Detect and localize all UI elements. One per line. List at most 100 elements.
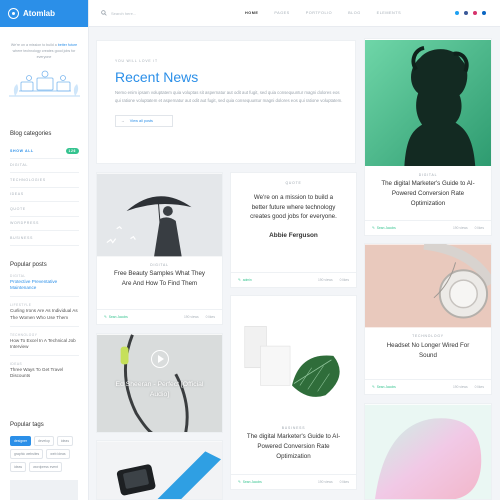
views-count: 190 views	[452, 385, 468, 389]
category-label: WORDPRESS	[10, 221, 39, 226]
post-card-watch[interactable]	[96, 440, 223, 500]
recent-news-card: YOU WILL LOVE IT Recent News Nemo enim i…	[96, 40, 356, 164]
pencil-icon: ✎	[238, 480, 241, 484]
tag[interactable]: develop	[34, 436, 54, 446]
video-title: Ed Sheeran - Perfect [Official Audio]	[115, 381, 204, 398]
linkedin-icon[interactable]	[482, 11, 486, 15]
popular-tags-widget: Popular tags designer develop ideas grap…	[0, 422, 89, 472]
card-body: BUSINESS The digital Marketer's Guide to…	[231, 426, 356, 462]
nav-blog[interactable]: BLOG	[348, 11, 361, 15]
post-meta: ✎ Sean Jacobs 190 views 0 likes	[231, 474, 356, 489]
category-label: SHOW ALL	[10, 148, 34, 153]
category-list: SHOW ALL 126 DIGITAL TECHNOLOGIES IDEAS …	[0, 144, 89, 246]
likes-count: 0 likes	[339, 480, 349, 484]
post-card-business[interactable]: BUSINESS The digital Marketer's Guide to…	[230, 295, 357, 490]
social-links	[455, 11, 486, 15]
view-all-posts-button[interactable]: → View all posts	[115, 114, 173, 127]
post-title[interactable]: Curling Irons Are As Individual As The W…	[10, 308, 79, 320]
tag[interactable]: wordpress event	[29, 462, 62, 472]
team-illustration	[8, 70, 80, 97]
search-box[interactable]: Search here...	[101, 10, 211, 16]
post-title[interactable]: Free Beauty Samples What They Are And Ho…	[97, 269, 222, 289]
pencil-icon: ✎	[372, 226, 375, 230]
tagline-highlight-future: future	[67, 43, 78, 47]
nav-elements[interactable]: ELEMENTS	[377, 11, 401, 15]
category-digital[interactable]: DIGITAL	[10, 159, 79, 173]
views-count: 190 views	[452, 226, 468, 230]
post-kicker: TECHNOLOGY	[412, 334, 444, 338]
card-body: DIGITAL Free Beauty Samples What They Ar…	[97, 263, 222, 289]
post-card-beauty-samples[interactable]: DIGITAL Free Beauty Samples What They Ar…	[96, 172, 223, 325]
post-category: TECHNOLOGY	[10, 332, 38, 337]
sidebar: Atomlab We're on a mission to build a be…	[0, 0, 89, 500]
popular-post[interactable]: TECHNOLOGY How To Excel In A Technical J…	[0, 332, 89, 357]
tagline-mid: where technology creates good jobs for e…	[12, 49, 76, 59]
category-wordpress[interactable]: WORDPRESS	[10, 217, 79, 231]
post-author[interactable]: ✎ Sean Jacobs	[372, 385, 396, 389]
recent-news-title: Recent News	[115, 69, 199, 85]
category-quote[interactable]: QUOTE	[10, 202, 79, 217]
woman-silhouette-image	[365, 40, 491, 166]
view-all-posts-label: View all posts	[129, 118, 153, 123]
nav-pages[interactable]: PAGES	[274, 11, 289, 15]
quote-author-name: Abbie Ferguson	[269, 231, 318, 239]
likes-count: 0 likes	[474, 226, 484, 230]
nav-portfolio[interactable]: PORTFOLIO	[306, 11, 332, 15]
logo-icon	[8, 8, 19, 19]
facebook-icon[interactable]	[464, 11, 468, 15]
video-card[interactable]: Ed Sheeran - Perfect [Official Audio]	[96, 333, 223, 433]
post-title[interactable]: Protective Preventative Maintenance	[10, 279, 79, 291]
search-icon	[101, 10, 107, 16]
twitter-icon[interactable]	[455, 11, 459, 15]
logo[interactable]: Atomlab	[0, 0, 88, 27]
post-card-headset[interactable]: TECHNOLOGY Headset No Longer Wired For S…	[364, 243, 492, 395]
category-ideas[interactable]: IDEAS	[10, 188, 79, 202]
play-icon	[158, 355, 164, 363]
quote-card[interactable]: QUOTE We're on a mission to build a bett…	[230, 172, 357, 288]
post-category: DIGITAL	[10, 274, 26, 278]
stationery-leaf-image	[231, 296, 356, 406]
popular-post[interactable]: IDEAS Three Ways To Get Travel Discounts	[0, 362, 89, 379]
post-kicker: BUSINESS	[281, 426, 306, 430]
search-input[interactable]: Search here...	[111, 11, 136, 16]
post-card-abstract[interactable]	[364, 403, 492, 500]
logo-text: Atomlab	[23, 9, 55, 18]
post-title[interactable]: Headset No Longer Wired For Sound	[365, 341, 491, 361]
tag[interactable]: designer	[10, 436, 32, 446]
main-nav: HOME PAGES PORTFOLIO BLOG ELEMENTS	[245, 11, 401, 15]
post-title[interactable]: Three Ways To Get Travel Discounts	[10, 367, 79, 379]
post-title[interactable]: The digital Marketer's Guide to AI-Power…	[365, 179, 491, 209]
post-title[interactable]: How To Excel In A Technical Job Intervie…	[10, 338, 79, 350]
category-label: DIGITAL	[10, 163, 28, 168]
tag[interactable]: ideas	[10, 462, 27, 472]
views-count: 190 views	[317, 480, 333, 484]
post-meta: ✎ Sean Jacobs 190 views 0 likes	[365, 379, 491, 394]
post-author[interactable]: ✎ Sean Jacobs	[238, 480, 262, 484]
tag[interactable]: graphic websites	[10, 449, 44, 459]
categories-title: Blog categories	[10, 131, 52, 137]
category-technologies[interactable]: TECHNOLOGIES	[10, 173, 79, 188]
sidebar-widget-placeholder	[10, 480, 78, 500]
tagline-prefix: We're on a mission to build a	[10, 43, 57, 47]
post-card-digital-marketer[interactable]: DIGITAL The digital Marketer's Guide to …	[364, 38, 492, 236]
popular-post[interactable]: LIFESTYLE Curling Irons Are As Individua…	[0, 303, 89, 327]
post-author[interactable]: ✎ Sean Jacobs	[104, 315, 128, 319]
popular-post[interactable]: DIGITAL Protective Preventative Maintena…	[0, 274, 89, 298]
play-button[interactable]	[151, 350, 169, 368]
tag-cloud: designer develop ideas graphic websites …	[0, 436, 89, 472]
category-business[interactable]: BUSINESS	[10, 231, 79, 246]
tag[interactable]: ideas	[56, 436, 74, 446]
tagline-highlight-better: better	[57, 43, 67, 47]
nav-home[interactable]: HOME	[245, 11, 258, 15]
post-author[interactable]: ✎ admin	[238, 278, 252, 282]
likes-count: 0 likes	[339, 278, 349, 282]
post-category: IDEAS	[10, 362, 23, 367]
pencil-icon: ✎	[104, 315, 107, 319]
recent-news-kicker: YOU WILL LOVE IT	[115, 59, 158, 63]
category-show-all[interactable]: SHOW ALL 126	[10, 144, 79, 159]
instagram-icon[interactable]	[473, 11, 477, 15]
post-meta: ✎ Sean Jacobs 190 views 0 likes	[365, 220, 491, 235]
post-author[interactable]: ✎ Sean Jacobs	[372, 226, 396, 230]
tag[interactable]: web ideas	[46, 449, 70, 459]
post-title[interactable]: The digital Marketer's Guide to AI-Power…	[231, 432, 356, 462]
